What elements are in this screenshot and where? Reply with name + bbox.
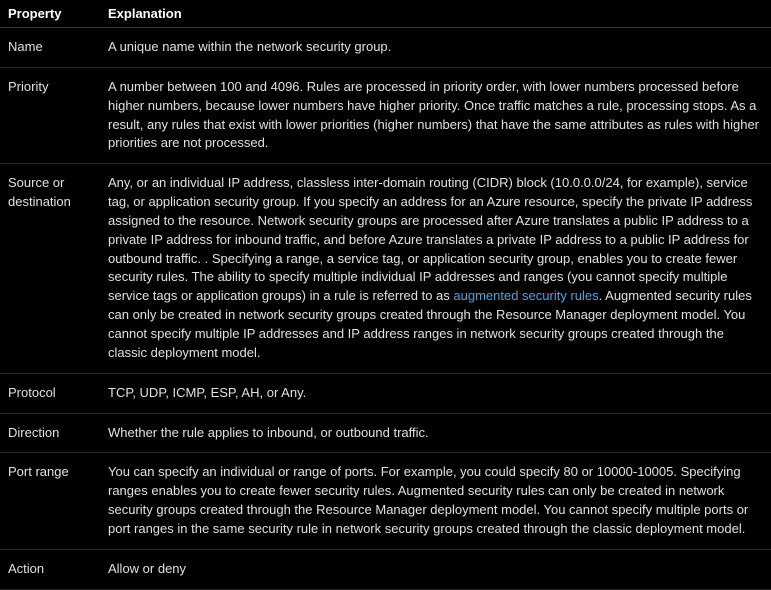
table-row: Port range You can specify an individual…: [0, 453, 771, 549]
table-row: Source or destination Any, or an individ…: [0, 164, 771, 373]
header-property: Property: [0, 0, 100, 28]
property-cell: Port range: [0, 453, 100, 549]
explanation-cell: A number between 100 and 4096. Rules are…: [100, 67, 771, 163]
property-cell: Protocol: [0, 373, 100, 413]
explanation-cell: Any, or an individual IP address, classl…: [100, 164, 771, 373]
table-row: Protocol TCP, UDP, ICMP, ESP, AH, or Any…: [0, 373, 771, 413]
properties-table: Property Explanation Name A unique name …: [0, 0, 771, 590]
explanation-text-before: Any, or an individual IP address, classl…: [108, 175, 752, 303]
explanation-cell: Whether the rule applies to inbound, or …: [100, 413, 771, 453]
property-cell: Priority: [0, 67, 100, 163]
header-row: Property Explanation: [0, 0, 771, 28]
table-row: Name A unique name within the network se…: [0, 28, 771, 68]
property-cell: Name: [0, 28, 100, 68]
table-row: Priority A number between 100 and 4096. …: [0, 67, 771, 163]
augmented-security-rules-link[interactable]: augmented security rules: [453, 288, 598, 303]
header-explanation: Explanation: [100, 0, 771, 28]
property-cell: Action: [0, 549, 100, 589]
table-row: Direction Whether the rule applies to in…: [0, 413, 771, 453]
explanation-cell: TCP, UDP, ICMP, ESP, AH, or Any.: [100, 373, 771, 413]
explanation-cell: You can specify an individual or range o…: [100, 453, 771, 549]
property-cell: Source or destination: [0, 164, 100, 373]
explanation-cell: Allow or deny: [100, 549, 771, 589]
explanation-cell: A unique name within the network securit…: [100, 28, 771, 68]
property-cell: Direction: [0, 413, 100, 453]
table-row: Action Allow or deny: [0, 549, 771, 589]
